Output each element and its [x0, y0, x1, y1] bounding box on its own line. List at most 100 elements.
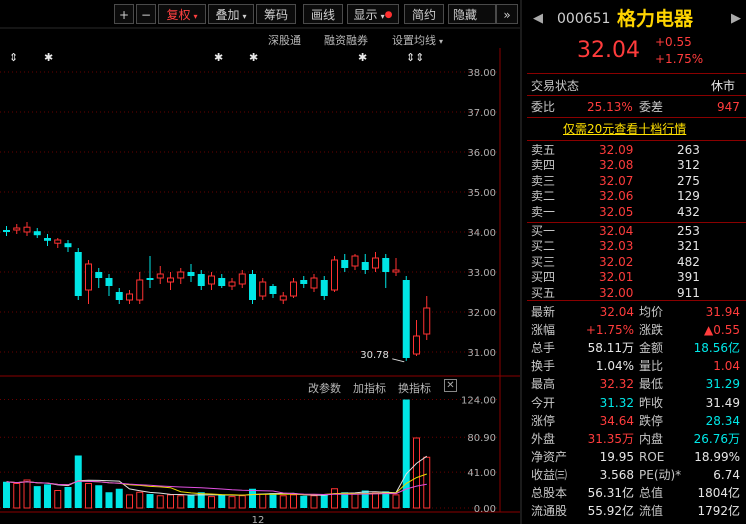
volume-bar [331, 488, 338, 509]
sell-row[interactable]: 卖五 32.09 263 [527, 143, 746, 158]
candle-body [361, 262, 369, 270]
buy-price: 32.01 [599, 270, 634, 285]
candle-body [320, 280, 328, 296]
weibi-label: 委比 [531, 100, 556, 114]
buy-volume: 482 [677, 254, 700, 269]
sell-row[interactable]: 卖一 32.05 432 [527, 205, 746, 220]
stat-value: ▲0.55 [704, 323, 740, 338]
stat-value: 6.74 [713, 467, 740, 482]
stat-label: 金额 [639, 341, 664, 356]
sell-price: 32.06 [599, 189, 634, 204]
stat-value: 1.04 [713, 359, 740, 374]
volume-bar [351, 493, 359, 509]
volume-bar [85, 483, 92, 509]
candle-body [74, 252, 82, 296]
star-marker-icon: ✱ [249, 51, 258, 64]
price-tick-label: 32.00 [467, 308, 496, 319]
candle-body [290, 281, 297, 297]
candle-body [382, 258, 390, 272]
buy-level-label: 买三 [531, 254, 556, 269]
sell-row[interactable]: 卖三 32.07 275 [527, 174, 746, 189]
stat-value: 31.35万 [587, 431, 634, 446]
sell-level-label: 卖一 [531, 204, 556, 219]
sell-level-label: 卖二 [531, 189, 556, 204]
prev-stock-icon[interactable]: ◀ [533, 8, 543, 30]
stat-label: 外盘 [531, 431, 556, 446]
divider [527, 140, 746, 141]
stat-label: 收益㈢ [531, 467, 568, 482]
stat-label: 换手 [531, 359, 556, 374]
stat-label: 昨收 [639, 395, 664, 410]
stat-label: 最低 [639, 377, 664, 392]
candle-body [238, 273, 246, 285]
volume-bar [167, 494, 174, 509]
sell-level-label: 卖四 [531, 158, 556, 173]
candle-body [279, 295, 287, 301]
price-tick-label: 34.00 [467, 228, 496, 239]
stat-row: 换手 1.04% 量比 1.04 [527, 357, 746, 375]
candle-body [23, 226, 31, 233]
next-stock-icon[interactable]: ▶ [731, 8, 741, 30]
stat-label: 跌停 [639, 413, 664, 428]
sell-volume: 432 [677, 204, 700, 219]
event-markers: ⇕ ✱ ✱ ✱ ✱ ⇕⇕ [9, 51, 424, 64]
price-tick-label: 33.00 [467, 268, 496, 279]
volume-bar [320, 494, 328, 508]
stat-label: 流值 [639, 504, 664, 519]
panel-divider[interactable] [520, 0, 522, 524]
volume-bar [64, 487, 72, 508]
buy-row[interactable]: 买一 32.04 253 [527, 224, 746, 239]
stat-label: 流通股 [531, 504, 568, 519]
candle-body [300, 280, 308, 284]
candle-body [126, 293, 133, 301]
stat-value: 31.49 [705, 395, 740, 410]
price-change-pct: +1.75% [655, 52, 704, 66]
star-marker-icon: ✱ [358, 51, 367, 64]
buy-row[interactable]: 买三 32.02 482 [527, 255, 746, 270]
kline-chart-area[interactable]: + − 复权 ▾ 叠加 ▾ 筹码 画线 显示 ▾● 简约 隐藏 » 深股通 融资融券 … [0, 0, 521, 524]
low-price-annotation: 30.78 [360, 350, 389, 361]
candle-body [249, 274, 256, 300]
volume-bar [228, 496, 236, 509]
sell-price: 32.05 [599, 204, 634, 219]
stat-label: 均价 [639, 305, 664, 319]
buy-row[interactable]: 买二 32.03 321 [527, 239, 746, 254]
axis-labels: 38.00 37.00 36.00 35.00 34.00 33.00 32.00 31.00… [252, 68, 496, 524]
stat-row: 总股本 56.31亿 总值 1804亿 [527, 484, 746, 502]
stat-row: 净资产 19.95 ROE 18.99% [527, 448, 746, 466]
sell-level-label: 卖三 [531, 173, 556, 188]
volume-bar [208, 496, 215, 509]
volume-bar [413, 437, 420, 509]
candle-body [269, 286, 277, 294]
stat-value: 55.92亿 [587, 504, 634, 519]
volume-bar [238, 495, 246, 509]
candle-body [392, 269, 400, 273]
divider [527, 222, 746, 223]
volume-tick-label: 80.90 [467, 433, 496, 444]
sell-row[interactable]: 卖二 32.06 129 [527, 189, 746, 204]
volume-bar [290, 494, 297, 509]
price-tick-label: 37.00 [467, 108, 496, 119]
stat-label: 最高 [531, 377, 556, 392]
volume-bar [269, 493, 277, 508]
stat-row: 总手 58.11万 金额 18.56亿 [527, 339, 746, 357]
stat-label: PE(动)* [639, 467, 682, 482]
stat-value: 32.32 [599, 377, 634, 392]
buy-row[interactable]: 买四 32.01 391 [527, 270, 746, 285]
buy-row[interactable]: 买五 32.00 911 [527, 286, 746, 301]
divider [527, 117, 746, 118]
stat-value: 28.34 [705, 413, 740, 428]
level10-promo-link[interactable]: 仅需20元查看十档行情 [563, 120, 686, 138]
buy-price: 32.00 [599, 285, 634, 300]
stat-value: 3.568 [599, 467, 634, 482]
volume-bar [402, 399, 410, 508]
candle-body [64, 243, 72, 248]
stat-label: 总手 [531, 341, 556, 356]
price-change: +0.55 [655, 35, 692, 49]
buy-price: 32.02 [599, 254, 634, 269]
sell-row[interactable]: 卖四 32.08 312 [527, 158, 746, 173]
buy-level-label: 买五 [531, 285, 556, 300]
candle-body [136, 279, 144, 301]
star-marker-icon: ✱ [44, 51, 53, 64]
stat-value: 34.64 [599, 413, 634, 428]
